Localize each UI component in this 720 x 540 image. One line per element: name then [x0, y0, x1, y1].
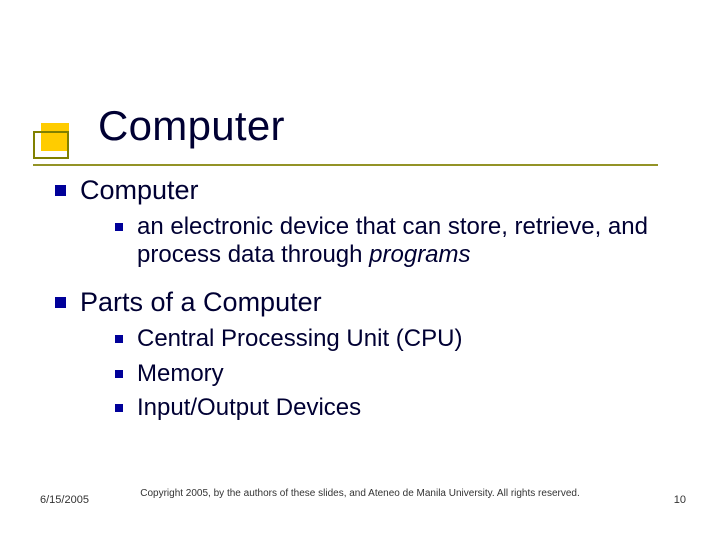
- list-item: Memory: [115, 360, 680, 388]
- list-item: Parts of a Computer: [55, 287, 680, 319]
- slide: Computer Computer an electronic device t…: [0, 0, 720, 540]
- square-bullet-icon: [115, 370, 123, 378]
- slide-footer: 6/15/2005 Copyright 2005, by the authors…: [0, 488, 720, 518]
- list-item-label: Computer: [80, 175, 199, 207]
- list-item-text: Central Processing Unit (CPU): [137, 325, 462, 353]
- list-item-label: Parts of a Computer: [80, 287, 322, 319]
- square-bullet-icon: [55, 297, 66, 308]
- footer-page-number: 10: [674, 494, 686, 506]
- square-bullet-icon: [115, 223, 123, 231]
- slide-body: Computer an electronic device that can s…: [55, 175, 680, 426]
- list-item-text: Memory: [137, 360, 224, 388]
- footer-copyright: Copyright 2005, by the authors of these …: [0, 488, 720, 501]
- list-item-text: an electronic device that can store, ret…: [137, 213, 680, 270]
- text-emphasis: programs: [369, 241, 470, 268]
- title-decoration-icon: [33, 123, 71, 161]
- list-item: Central Processing Unit (CPU): [115, 325, 680, 353]
- list-item: Computer: [55, 175, 680, 207]
- list-item: an electronic device that can store, ret…: [115, 213, 680, 270]
- list-item: Input/Output Devices: [115, 394, 680, 422]
- slide-title: Computer: [98, 102, 285, 150]
- title-underline: [33, 164, 658, 166]
- list-item-text: Input/Output Devices: [137, 394, 361, 422]
- square-bullet-icon: [115, 335, 123, 343]
- square-bullet-icon: [115, 404, 123, 412]
- square-bullet-icon: [55, 185, 66, 196]
